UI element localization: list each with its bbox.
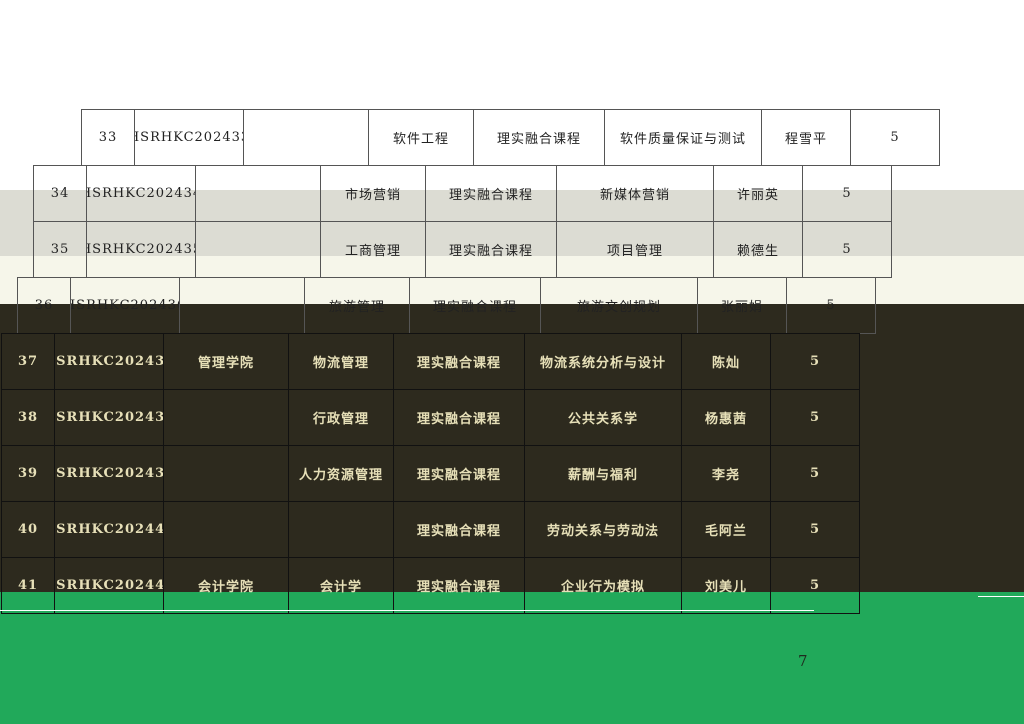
cell-teacher: 刘美儿: [681, 557, 771, 614]
cell-college: [195, 221, 321, 278]
cell-major: 物流管理: [288, 333, 394, 390]
cell-course: 薪酬与福利: [524, 445, 682, 502]
cell-code: HSRHKC202437: [54, 333, 164, 390]
document-page: 33 HSRHKC202433 软件工程 理实融合课程 软件质量保证与测试 程雪…: [0, 0, 1024, 724]
cell-type: 理实融合课程: [473, 109, 605, 166]
table-row: 33 HSRHKC202433 软件工程 理实融合课程 软件质量保证与测试 程雪…: [81, 109, 940, 166]
cell-teacher: 赖德生: [713, 221, 803, 278]
cell-no: 38: [1, 389, 55, 446]
cell-no: 37: [1, 333, 55, 390]
cell-college: 会计学院: [163, 557, 289, 614]
cell-college: [163, 389, 289, 446]
cell-course: 软件质量保证与测试: [604, 109, 762, 166]
table-row: 37 HSRHKC202437 管理学院 物流管理 理实融合课程 物流系统分析与…: [1, 333, 860, 390]
cell-teacher: 陈灿: [681, 333, 771, 390]
cell-course: 物流系统分析与设计: [524, 333, 682, 390]
cell-no: 39: [1, 445, 55, 502]
cell-college: [243, 109, 369, 166]
cell-course: 项目管理: [556, 221, 714, 278]
cell-major: 人力资源管理: [288, 445, 394, 502]
cell-college: [195, 165, 321, 222]
cell-major: [288, 501, 394, 558]
cell-teacher: 张丽娟: [697, 277, 787, 334]
cell-course: 新媒体营销: [556, 165, 714, 222]
cell-major: 旅游管理: [304, 277, 410, 334]
cell-no: 41: [1, 557, 55, 614]
cell-credit: 5: [786, 277, 876, 334]
cell-code: HSRHKC202441: [54, 557, 164, 614]
cell-college: [163, 445, 289, 502]
cell-credit: 5: [802, 165, 892, 222]
cell-teacher: 毛阿兰: [681, 501, 771, 558]
cell-course: 企业行为模拟: [524, 557, 682, 614]
cell-college: [163, 501, 289, 558]
cell-no: 34: [33, 165, 87, 222]
table-row: 34 HSRHKC202434 市场营销 理实融合课程 新媒体营销 许丽英 5: [33, 165, 892, 222]
table-row: 39 HSRHKC202439 人力资源管理 理实融合课程 薪酬与福利 李尧 5: [1, 445, 860, 502]
cell-type: 理实融合课程: [393, 501, 525, 558]
cell-type: 理实融合课程: [393, 445, 525, 502]
table-row: 41 HSRHKC202441 会计学院 会计学 理实融合课程 企业行为模拟 刘…: [1, 557, 860, 614]
cell-code: HSRHKC202436: [70, 277, 180, 334]
cell-type: 理实融合课程: [409, 277, 541, 334]
cell-type: 理实融合课程: [393, 557, 525, 614]
cell-code: HSRHKC202439: [54, 445, 164, 502]
page-number: 7: [798, 652, 808, 670]
cell-no: 35: [33, 221, 87, 278]
cell-credit: 5: [770, 501, 860, 558]
cell-teacher: 李尧: [681, 445, 771, 502]
cell-teacher: 许丽英: [713, 165, 803, 222]
cell-college: 管理学院: [163, 333, 289, 390]
scan-line: [0, 610, 814, 611]
cell-type: 理实融合课程: [425, 165, 557, 222]
scan-line: [978, 596, 1024, 597]
cell-major: 会计学: [288, 557, 394, 614]
cell-no: 33: [81, 109, 135, 166]
cell-type: 理实融合课程: [393, 333, 525, 390]
cell-code: HSRHKC202433: [134, 109, 244, 166]
cell-code: HSRHKC202438: [54, 389, 164, 446]
table-row: 36 HSRHKC202436 旅游管理 理实融合课程 旅游文创规划 张丽娟 5: [17, 277, 876, 334]
cell-teacher: 杨惠茜: [681, 389, 771, 446]
cell-major: 软件工程: [368, 109, 474, 166]
cell-credit: 5: [850, 109, 940, 166]
cell-code: HSRHKC202440: [54, 501, 164, 558]
cell-college: [179, 277, 305, 334]
cell-type: 理实融合课程: [425, 221, 557, 278]
table-row: 35 HSRHKC202435 工商管理 理实融合课程 项目管理 赖德生 5: [33, 221, 892, 278]
cell-course: 公共关系学: [524, 389, 682, 446]
table-row: 38 HSRHKC202438 行政管理 理实融合课程 公共关系学 杨惠茜 5: [1, 389, 860, 446]
cell-major: 市场营销: [320, 165, 426, 222]
table-row: 40 HSRHKC202440 理实融合课程 劳动关系与劳动法 毛阿兰 5: [1, 501, 860, 558]
cell-no: 36: [17, 277, 71, 334]
cell-credit: 5: [770, 389, 860, 446]
cell-major: 工商管理: [320, 221, 426, 278]
cell-credit: 5: [802, 221, 892, 278]
cell-major: 行政管理: [288, 389, 394, 446]
cell-credit: 5: [770, 333, 860, 390]
cell-course: 旅游文创规划: [540, 277, 698, 334]
cell-credit: 5: [770, 445, 860, 502]
cell-teacher: 程雪平: [761, 109, 851, 166]
cell-type: 理实融合课程: [393, 389, 525, 446]
cell-credit: 5: [770, 557, 860, 614]
cell-no: 40: [1, 501, 55, 558]
cell-code: HSRHKC202435: [86, 221, 196, 278]
cell-code: HSRHKC202434: [86, 165, 196, 222]
cell-course: 劳动关系与劳动法: [524, 501, 682, 558]
